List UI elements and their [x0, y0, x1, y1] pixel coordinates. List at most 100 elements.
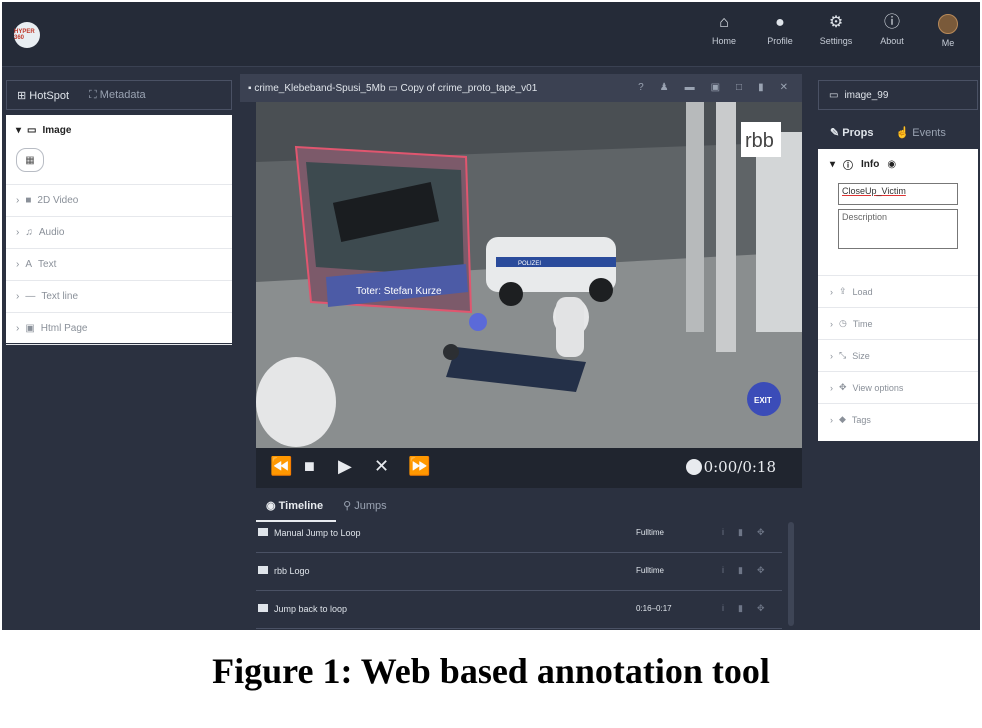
person-icon[interactable]: ♟: [660, 82, 669, 93]
info-section[interactable]: ▾ ⓘ Info ◉: [818, 149, 978, 179]
help-icon[interactable]: ?: [638, 82, 644, 93]
settings-icon: ⚙: [828, 14, 844, 31]
eye-icon[interactable]: ◉: [887, 159, 896, 170]
trash-icon[interactable]: ▮: [738, 527, 743, 538]
video-frame: Toter: Stefan Kurze POLIZEI EXIT rbb: [256, 102, 802, 448]
nav-home[interactable]: ⌂ Home: [702, 14, 746, 48]
trash-icon[interactable]: ▮: [738, 565, 743, 576]
image-icon: [258, 604, 268, 612]
selected-item-header: ▭ image_99: [818, 80, 978, 110]
move-icon[interactable]: ✥: [757, 603, 765, 614]
play-icon[interactable]: ▶: [338, 456, 352, 477]
properties-panel: ▾ ⓘ Info ◉ CloseUp_Victim Description › ⇪…: [818, 149, 978, 441]
info-icon[interactable]: i: [722, 603, 724, 614]
mute-icon[interactable]: ✕: [374, 456, 389, 477]
home-icon: ⌂: [719, 14, 729, 31]
upload-icon: ⇪: [839, 286, 847, 296]
section-time[interactable]: › ◷ Time: [818, 307, 978, 339]
timecode: 0:00/0:18: [703, 458, 776, 476]
close-icon[interactable]: ✕: [780, 82, 788, 93]
rewind-icon[interactable]: ⏪: [270, 456, 292, 477]
timeline-scrollbar[interactable]: [788, 522, 794, 626]
page-icon: ▣: [25, 323, 35, 334]
resize-icon: ⤡: [839, 350, 847, 360]
info-icon[interactable]: i: [722, 527, 724, 538]
chevron-right-icon: ›: [830, 382, 833, 393]
description-field[interactable]: Description: [838, 209, 958, 249]
rbb-logo: rbb: [745, 130, 774, 152]
avatar: [938, 14, 958, 34]
user-icon: ●: [775, 14, 785, 31]
save-icon[interactable]: ▣: [711, 82, 720, 93]
chevron-right-icon: ›: [16, 195, 20, 206]
tab-metadata[interactable]: ⛶ Metadata: [89, 89, 146, 102]
chevron-right-icon: ›: [830, 286, 833, 297]
trash-icon[interactable]: ▮: [738, 603, 743, 614]
timeline-row[interactable]: Manual Jump to Loop Fulltime i ▮ ✥: [256, 516, 782, 553]
top-bar: HYPER 360 ⌂ Home ● Profile ⚙ Settings ⓘ Abou…: [2, 2, 980, 67]
section-text[interactable]: › A Text: [6, 249, 232, 281]
trash-icon[interactable]: ▮: [758, 82, 764, 93]
monitor-icon[interactable]: □: [736, 82, 742, 93]
app-logo[interactable]: HYPER 360: [14, 22, 40, 48]
tab-hotspot[interactable]: ⊞ HotSpot: [17, 89, 69, 102]
music-icon: ♫: [25, 227, 33, 238]
move-icon[interactable]: ✥: [757, 527, 765, 538]
info-icon: ⓘ: [883, 14, 900, 31]
stop-icon[interactable]: ■: [304, 456, 315, 477]
section-audio[interactable]: › ♫ Audio: [6, 217, 232, 249]
line-icon: —: [25, 291, 36, 302]
video-icon: ■: [25, 195, 32, 206]
nav-profile[interactable]: ● Profile: [758, 14, 802, 48]
figure-caption: Figure 1: Web based annotation tool: [212, 651, 770, 691]
timeline-row[interactable]: Jump back to loop 0:16–0:17 i ▮ ✥: [256, 592, 782, 629]
info-circle-icon: ⓘ: [843, 160, 854, 172]
image-icon: [258, 528, 268, 536]
chevron-right-icon: ›: [830, 318, 833, 329]
fast-forward-icon[interactable]: ⏩: [408, 456, 430, 477]
chevron-right-icon: ›: [830, 414, 833, 425]
chevron-right-icon: ›: [16, 259, 20, 270]
section-size[interactable]: › ⤡ Size: [818, 339, 978, 371]
top-nav: ⌂ Home ● Profile ⚙ Settings ⓘ About Me: [702, 14, 970, 48]
add-image-button[interactable]: ▦: [16, 148, 44, 172]
tab-props[interactable]: ✎ Props: [830, 126, 873, 139]
tab-events[interactable]: ☝ Events: [895, 126, 945, 139]
video-title: ▪ crime_Klebeband-Spusi_5Mb ▭ Copy of cr…: [248, 82, 538, 94]
chevron-down-icon: ▾: [830, 158, 836, 170]
image-icon: ▭: [27, 125, 37, 136]
right-tabs: ✎ Props ☝ Events: [818, 115, 978, 149]
move-icon[interactable]: ✥: [757, 565, 765, 576]
section-view-options[interactable]: › ✥ View options: [818, 371, 978, 403]
info-icon[interactable]: i: [722, 565, 724, 576]
video-viewport[interactable]: Toter: Stefan Kurze POLIZEI EXIT rbb: [256, 102, 802, 448]
exit-label: EXIT: [754, 396, 772, 405]
video-controls: ⏪ ■ ▶ ✕ ⏩ 0:00/0:18: [256, 448, 802, 488]
nav-settings[interactable]: ⚙ Settings: [814, 14, 858, 48]
name-field[interactable]: CloseUp_Victim: [838, 183, 958, 205]
section-html-page[interactable]: › ▣ Html Page: [6, 313, 232, 345]
chevron-right-icon: ›: [830, 350, 833, 361]
section-load[interactable]: › ⇪ Load: [818, 275, 978, 307]
move-icon: ✥: [839, 382, 847, 392]
chevron-down-icon: ▾: [16, 125, 22, 136]
chevron-right-icon: ›: [16, 291, 20, 302]
image-icon: [258, 566, 268, 574]
section-2d-video[interactable]: › ■ 2D Video: [6, 185, 232, 217]
clock-icon: ◷: [839, 318, 847, 328]
tag-icon: ◆: [839, 414, 846, 424]
nav-about[interactable]: ⓘ About: [870, 14, 914, 48]
section-text-line[interactable]: › — Text line: [6, 281, 232, 313]
timeline-row[interactable]: rbb Logo Fulltime i ▮ ✥: [256, 554, 782, 591]
section-image[interactable]: ▾ ▭ Image: [6, 115, 232, 146]
title-actions: ? ♟ ▬ ▣ □ ▮ ✕: [638, 82, 788, 93]
police-text: POLIZEI: [518, 261, 541, 267]
chevron-right-icon: ›: [16, 323, 20, 334]
section-tags[interactable]: › ◆ Tags: [818, 403, 978, 435]
nav-me[interactable]: Me: [926, 14, 970, 48]
video-title-bar: ▪ crime_Klebeband-Spusi_5Mb ▭ Copy of cr…: [240, 74, 802, 102]
overlay-label: Toter: Stefan Kurze: [356, 286, 442, 297]
camera-icon[interactable]: ▬: [685, 82, 695, 93]
text-icon: A: [25, 259, 33, 270]
chevron-right-icon: ›: [16, 227, 20, 238]
